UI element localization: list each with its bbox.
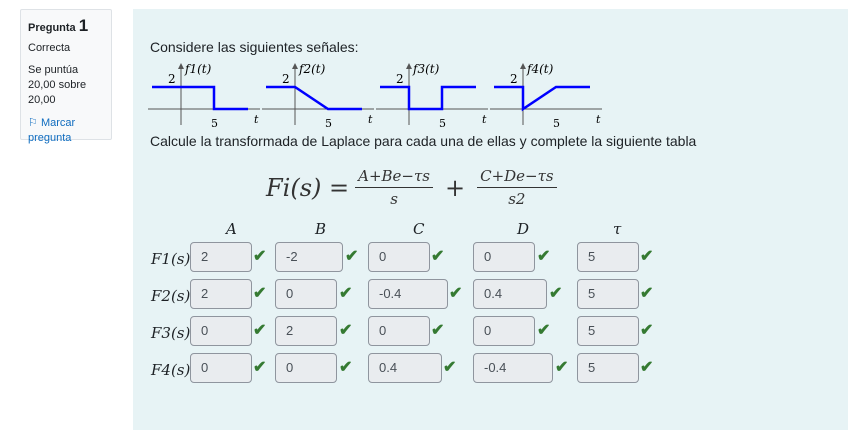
check-icon: ✔ [537, 322, 551, 339]
tick-x: 5 [211, 117, 218, 130]
axis-t: t [596, 113, 601, 126]
check-icon: ✔ [640, 359, 654, 376]
question-info: Pregunta 1 Correcta Se puntúa 20,00 sobr… [20, 9, 112, 144]
answer-f4-a[interactable]: 0 [190, 353, 252, 383]
answer-f2-c[interactable]: -0.4 [368, 279, 448, 309]
check-icon: ✔ [339, 285, 353, 302]
fraction-1: A+Be−τs s [355, 167, 433, 208]
check-icon: ✔ [253, 322, 267, 339]
answer-f1-tau[interactable]: 5 [577, 242, 639, 272]
answer-f2-b[interactable]: 0 [275, 279, 337, 309]
answer-f1-b[interactable]: -2 [275, 242, 343, 272]
axis-t: t [368, 113, 373, 126]
answer-f1-a[interactable]: 2 [190, 242, 252, 272]
answer-f3-b[interactable]: 2 [275, 316, 337, 346]
answer-f1-d[interactable]: 0 [473, 242, 535, 272]
question-number: Pregunta 1 [28, 16, 89, 35]
tick-x: 5 [325, 117, 332, 130]
col-header-a: A [226, 220, 237, 238]
answer-f3-d[interactable]: 0 [473, 316, 535, 346]
signal-plot-f1: 2 f1(t) 5 t [148, 62, 260, 130]
answer-f3-a[interactable]: 0 [190, 316, 252, 346]
question-content: Considere las siguientes señales: 2 f1(t… [133, 9, 848, 430]
check-icon: ✔ [549, 285, 563, 302]
tick-y: 2 [282, 72, 290, 86]
answer-f4-d[interactable]: -0.4 [473, 353, 553, 383]
check-icon: ✔ [431, 322, 445, 339]
answer-f3-c[interactable]: 0 [368, 316, 430, 346]
tick-y: 2 [510, 72, 518, 86]
formula-lhs: Fi(s) = [266, 173, 350, 202]
col-header-tau: τ [613, 220, 622, 238]
check-icon: ✔ [640, 322, 654, 339]
check-icon: ✔ [443, 359, 457, 376]
answer-f2-d[interactable]: 0.4 [473, 279, 547, 309]
answer-f1-c[interactable]: 0 [368, 242, 430, 272]
check-icon: ✔ [339, 359, 353, 376]
check-icon: ✔ [537, 248, 551, 265]
signal-label: f2(t) [298, 62, 326, 76]
check-icon: ✔ [253, 285, 267, 302]
signal-plot-f4: 2 f4(t) 5 t [490, 62, 602, 130]
question-state: Correcta [28, 42, 71, 54]
check-icon: ✔ [431, 248, 445, 265]
axis-t: t [482, 113, 487, 126]
row-label-f2: F2(s) [151, 287, 191, 305]
laplace-formula: Fi(s) = A+Be−τs s + C+De−τs s2 [266, 167, 563, 208]
check-icon: ✔ [640, 285, 654, 302]
col-header-b: B [315, 220, 327, 238]
signal-plot-f2: 2 f2(t) 5 t [262, 62, 374, 130]
tick-x: 5 [553, 117, 560, 130]
signal-label: f4(t) [526, 62, 554, 76]
signal-label: f1(t) [184, 62, 212, 76]
instruction-text: Calcule la transformada de Laplace para … [150, 133, 697, 149]
tick-y: 2 [168, 72, 176, 86]
check-icon: ✔ [253, 248, 267, 265]
fraction-2: C+De−τs s2 [477, 167, 557, 208]
flag-icon: ⚐ [28, 117, 38, 129]
axis-t: t [254, 113, 259, 126]
check-icon: ✔ [345, 248, 359, 265]
signal-plot-f3: 2 f3(t) 5 t [376, 62, 488, 130]
check-icon: ✔ [640, 248, 654, 265]
row-label-f3: F3(s) [151, 324, 191, 342]
col-header-c: C [413, 220, 425, 238]
check-icon: ✔ [449, 285, 463, 302]
answer-f2-a[interactable]: 2 [190, 279, 252, 309]
check-icon: ✔ [555, 359, 569, 376]
answer-f4-c[interactable]: 0.4 [368, 353, 442, 383]
col-header-d: D [517, 220, 530, 238]
intro-text: Considere las siguientes señales: [150, 39, 359, 55]
tick-y: 2 [396, 72, 404, 86]
tick-x: 5 [439, 117, 446, 130]
formula-plus: + [444, 173, 466, 202]
answer-f3-tau[interactable]: 5 [577, 316, 639, 346]
answer-f2-tau[interactable]: 5 [577, 279, 639, 309]
question-grade: Se puntúa 20,00 sobre 20,00 [28, 64, 87, 106]
signal-label: f3(t) [412, 62, 440, 76]
check-icon: ✔ [253, 359, 267, 376]
check-icon: ✔ [339, 322, 353, 339]
flag-question-link[interactable]: ⚐ Marcar pregunta [28, 116, 104, 146]
answer-f4-tau[interactable]: 5 [577, 353, 639, 383]
row-label-f4: F4(s) [151, 361, 191, 379]
row-label-f1: F1(s) [151, 250, 191, 268]
answer-f4-b[interactable]: 0 [275, 353, 337, 383]
